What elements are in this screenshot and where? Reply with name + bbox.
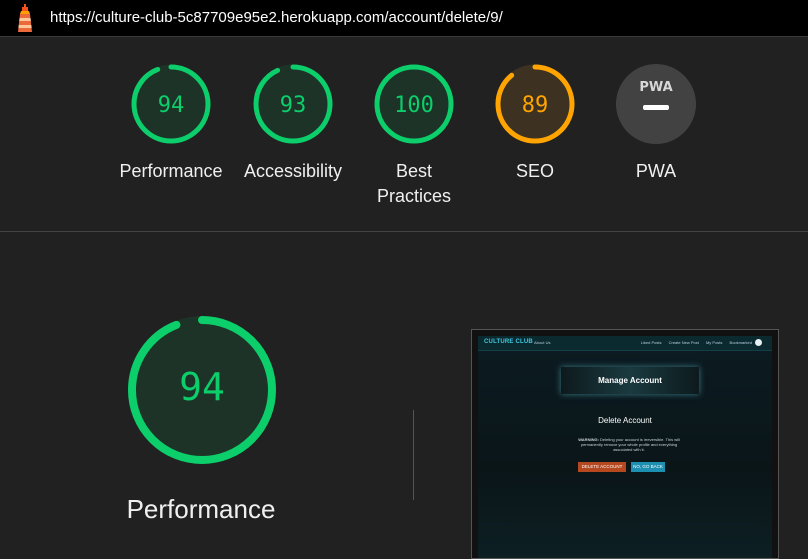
thumbnail-warning: WARNING: Deleting your account is irreve… xyxy=(578,437,680,452)
thumbnail-delete-button: DELETE ACCOUNT xyxy=(578,462,626,472)
gauge-performance[interactable]: 94 Performance xyxy=(111,63,231,184)
gauge-label: Best Practices xyxy=(376,161,452,206)
performance-large-score: 94 xyxy=(179,365,225,409)
thumbnail-manage-account-card: Manage Account xyxy=(561,367,699,394)
gauge-accessibility[interactable]: 93 Accessibility xyxy=(233,63,353,184)
gauge-score: 93 xyxy=(280,93,307,118)
thumbnail-nav-links: Liked Posts Create New Post My Posts Boo… xyxy=(640,340,752,345)
vertical-divider xyxy=(413,410,414,500)
address-bar: https://culture-club-5c87709e95e2.heroku… xyxy=(0,0,808,37)
thumbnail-back-button: NO, GO BACK xyxy=(631,462,665,472)
gauge-label: PWA xyxy=(635,161,677,181)
gauge-label: SEO xyxy=(515,161,554,181)
thumbnail-about-link: About Us xyxy=(534,340,551,345)
performance-large-label: Performance xyxy=(126,494,276,524)
gauge-best-practices[interactable]: 100 Best Practices xyxy=(354,63,474,209)
gauge-label: Performance xyxy=(119,161,223,181)
gauge-score: 94 xyxy=(158,93,185,118)
page-url[interactable]: https://culture-club-5c87709e95e2.heroku… xyxy=(50,9,503,26)
thumbnail-page: CULTURE CLUB About Us Liked Posts Create… xyxy=(478,336,772,558)
thumbnail-avatar-icon xyxy=(755,339,762,346)
thumbnail-brand: CULTURE CLUB xyxy=(484,339,533,345)
gauge-score: 89 xyxy=(522,93,549,118)
thumbnail-navbar: CULTURE CLUB About Us Liked Posts Create… xyxy=(478,336,772,351)
gauge-score: 100 xyxy=(394,93,434,118)
final-screenshot-thumbnail[interactable]: CULTURE CLUB About Us Liked Posts Create… xyxy=(471,329,779,559)
lighthouse-icon xyxy=(18,4,32,32)
score-summary: 94 Performance 93 Accessibility 100 Best… xyxy=(0,38,808,232)
seo-gauge-ring: 89 xyxy=(495,64,575,144)
pwa-badge-icon: PWA xyxy=(616,64,696,144)
gauge-label: Accessibility xyxy=(243,161,343,181)
best-practices-gauge-ring: 100 xyxy=(374,64,454,144)
accessibility-gauge-ring: 93 xyxy=(253,64,333,144)
svg-text:PWA: PWA xyxy=(639,80,672,95)
gauge-pwa[interactable]: PWA PWA xyxy=(596,63,716,184)
performance-large-gauge: 94 xyxy=(128,316,276,464)
gauge-seo[interactable]: 89 SEO xyxy=(475,63,595,184)
thumbnail-delete-title: Delete Account xyxy=(598,416,652,425)
performance-gauge-ring: 94 xyxy=(131,64,211,144)
